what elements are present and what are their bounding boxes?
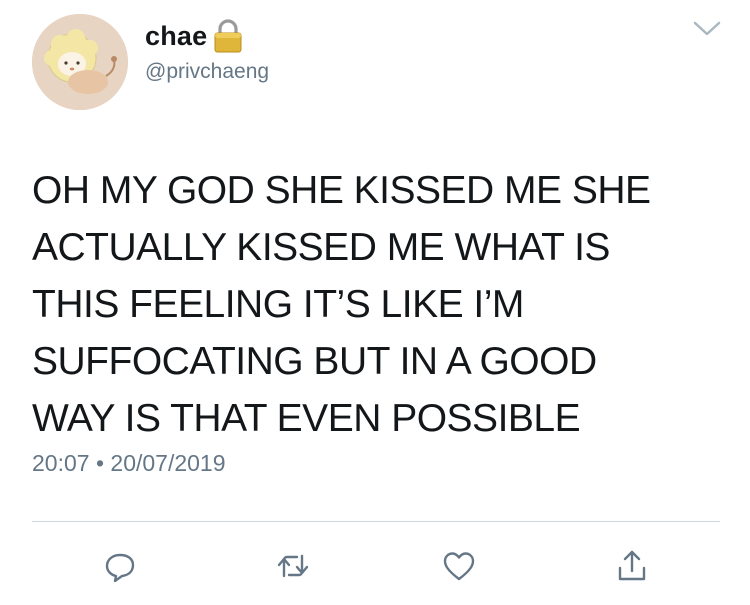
tweet-time[interactable]: 20:07 [32, 450, 90, 476]
lion-cub-avatar-image [32, 14, 128, 110]
tweet-date[interactable]: 20/07/2019 [110, 450, 225, 476]
display-name-row: chae [145, 16, 245, 56]
divider [32, 521, 720, 522]
display-name[interactable]: chae [145, 21, 207, 52]
reply-icon[interactable] [102, 548, 138, 584]
user-handle[interactable]: @privchaeng [145, 60, 269, 84]
retweet-icon[interactable] [275, 548, 311, 584]
lock-icon [211, 18, 245, 54]
chevron-down-icon[interactable] [692, 18, 722, 40]
avatar[interactable] [32, 14, 128, 110]
meta-separator: • [95, 450, 105, 476]
tweet-timestamp: 20:07 • 20/07/2019 [32, 450, 226, 477]
tweet-text: OH MY GOD SHE KISSED ME SHE ACTUALLY KIS… [32, 169, 651, 440]
share-icon[interactable] [614, 548, 650, 584]
like-icon[interactable] [441, 548, 477, 584]
